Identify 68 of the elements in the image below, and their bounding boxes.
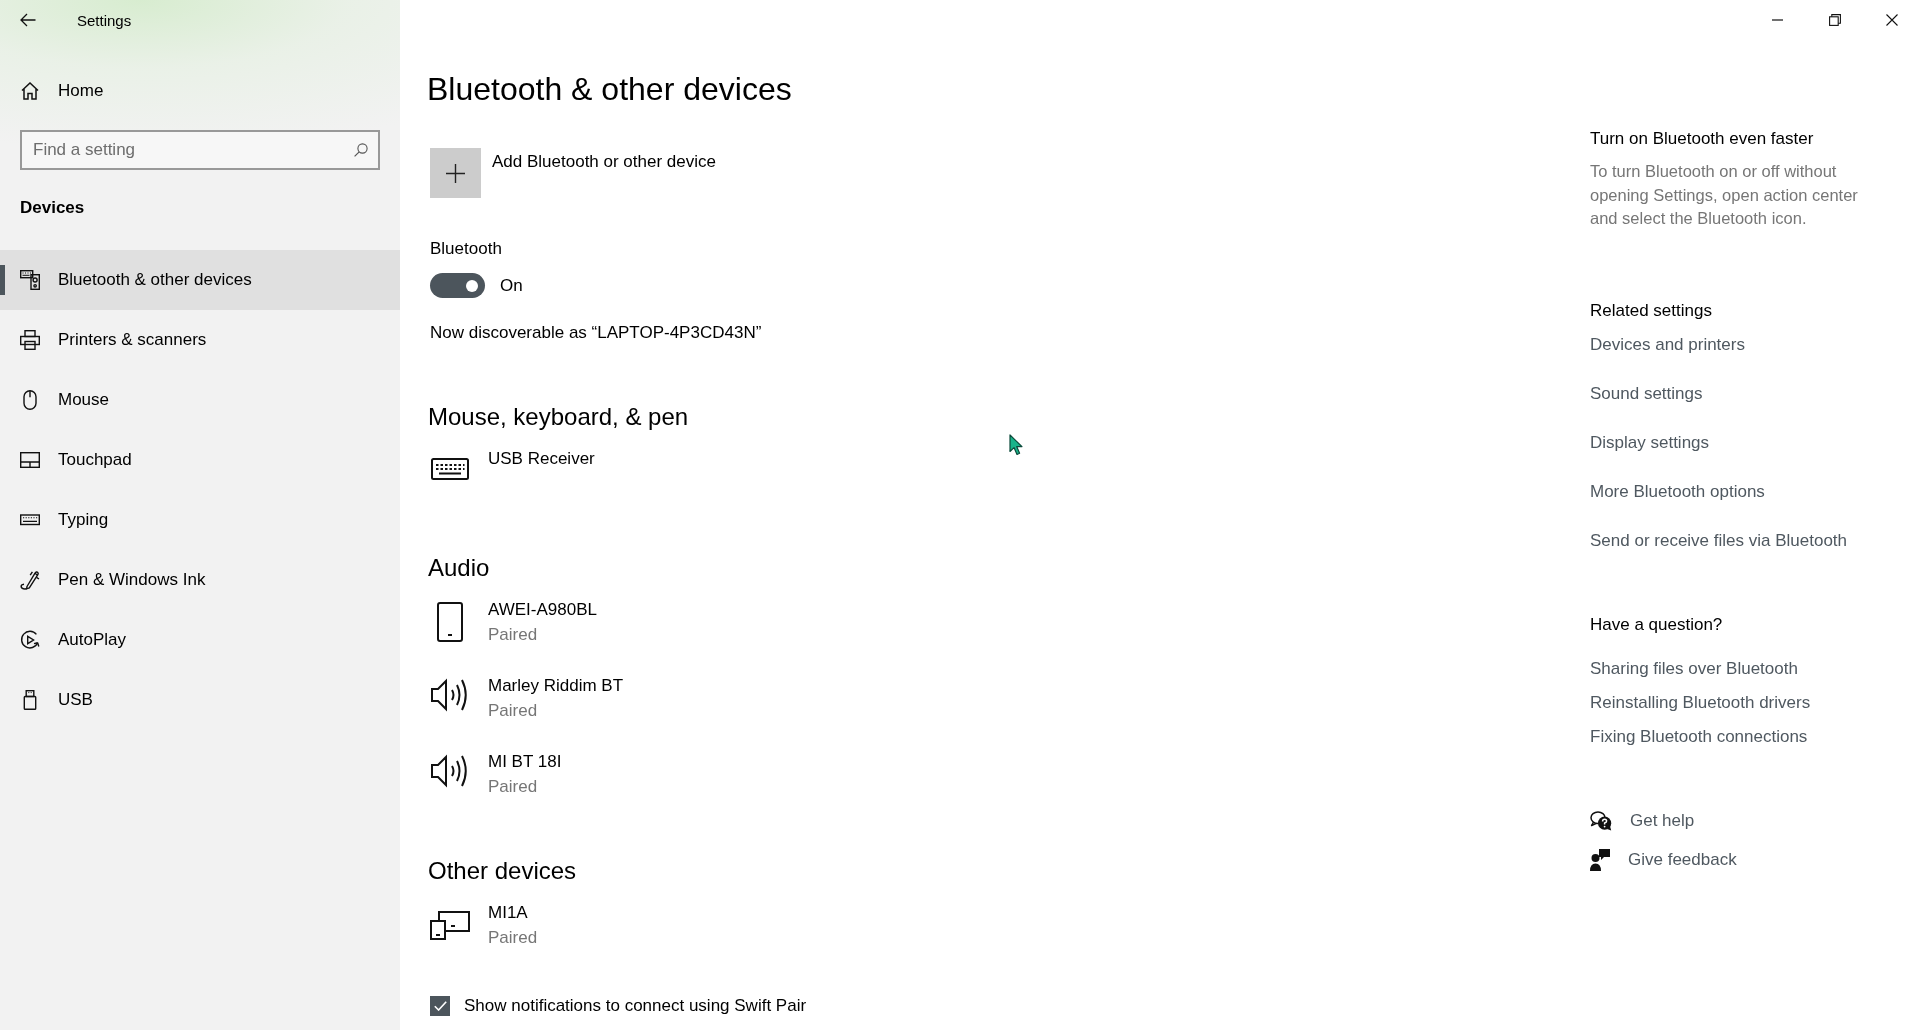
device-name: USB Receiver [488,448,595,470]
speaker-icon [431,678,469,712]
related-link[interactable]: Display settings [1590,430,1710,455]
related-link[interactable]: Send or receive files via Bluetooth [1590,528,1848,553]
device-status: Paired [488,624,539,646]
minimize-icon [1772,19,1783,21]
device-status: Paired [488,700,539,722]
close-icon [1885,14,1898,26]
sidebar-item[interactable]: AutoPlay [0,610,400,670]
device-name: Marley Riddim BT [488,675,624,697]
device-status: Paired [488,776,539,798]
section-heading: Other devices [428,856,577,886]
search-field[interactable]: Find a setting [20,130,380,170]
sidebar-item[interactable]: Typing [0,490,400,550]
device-name: MI1A [488,902,529,924]
device-status: Paired [488,927,538,949]
sidebar-item[interactable]: USB [0,670,400,730]
panel-heading: Related settings [1590,299,1712,322]
checkbox-label: Show notifications to connect using Swift Pair [464,995,807,1017]
checkmark-icon [433,1001,447,1011]
related-link[interactable]: More Bluetooth options [1590,479,1765,504]
phone-and-display-icon [430,908,470,940]
feedback-person-icon [1590,848,1610,871]
home-icon [21,82,39,100]
bluetooth-toggle[interactable] [430,273,485,298]
home-button[interactable]: Home [0,71,400,111]
help-chat-icon [1590,810,1612,831]
toggle-state-text: On [500,274,523,297]
pen-icon [20,570,40,590]
section-heading: Audio [428,553,490,583]
touchpad-icon [20,450,40,470]
related-link[interactable]: Devices and printers [1590,332,1745,357]
plus-icon [430,148,481,198]
speaker-icon [431,754,469,788]
mouse-icon [20,390,40,410]
sidebar-item[interactable]: Bluetooth & other devices [0,250,400,310]
sidebar-item[interactable]: Touchpad [0,430,400,490]
sidebar-item[interactable]: Mouse [0,370,400,430]
discoverable-text: Now discoverable as “LAPTOP-4P3CD43N” [430,322,762,344]
tip-text: To turn Bluetooth on or off without opening Settings, open action center and select the Bluetooth icon. [1590,161,1859,229]
restore-icon [1828,14,1841,26]
sidebar-item[interactable]: Pen & Windows Ink [0,550,400,610]
search-icon [354,143,368,157]
window-title: Settings [77,11,132,29]
help-link[interactable]: Fixing Bluetooth connections [1590,724,1808,749]
keyboard-speaker-icon [20,270,40,290]
help-link[interactable]: Sharing files over Bluetooth [1590,656,1798,681]
mouse-pointer-icon [1009,434,1023,456]
action-link[interactable]: Get help [1630,808,1695,833]
page-title: Bluetooth & other devices [427,70,792,109]
arrow-left-icon [20,13,36,27]
section-heading: Mouse, keyboard, & pen [428,402,689,432]
add-device-button[interactable]: Add Bluetooth or other device [430,148,716,198]
tip-title: Turn on Bluetooth even faster [1590,128,1814,150]
play-circle-icon [20,630,40,650]
setting-label: Bluetooth [430,238,502,260]
action-link[interactable]: Give feedback [1628,847,1737,872]
phone-icon [437,602,463,642]
device-name: AWEI-A980BL [488,599,597,621]
printer-icon [20,330,40,350]
sidebar-item[interactable]: Printers & scanners [0,310,400,370]
related-link[interactable]: Sound settings [1590,381,1703,406]
keyboard-icon [431,458,469,480]
device-name: MI BT 18I [488,751,562,773]
panel-heading: Have a question? [1590,613,1723,636]
checkbox[interactable] [430,996,450,1016]
section-label: Devices [20,197,86,219]
help-link[interactable]: Reinstalling Bluetooth drivers [1590,690,1811,715]
